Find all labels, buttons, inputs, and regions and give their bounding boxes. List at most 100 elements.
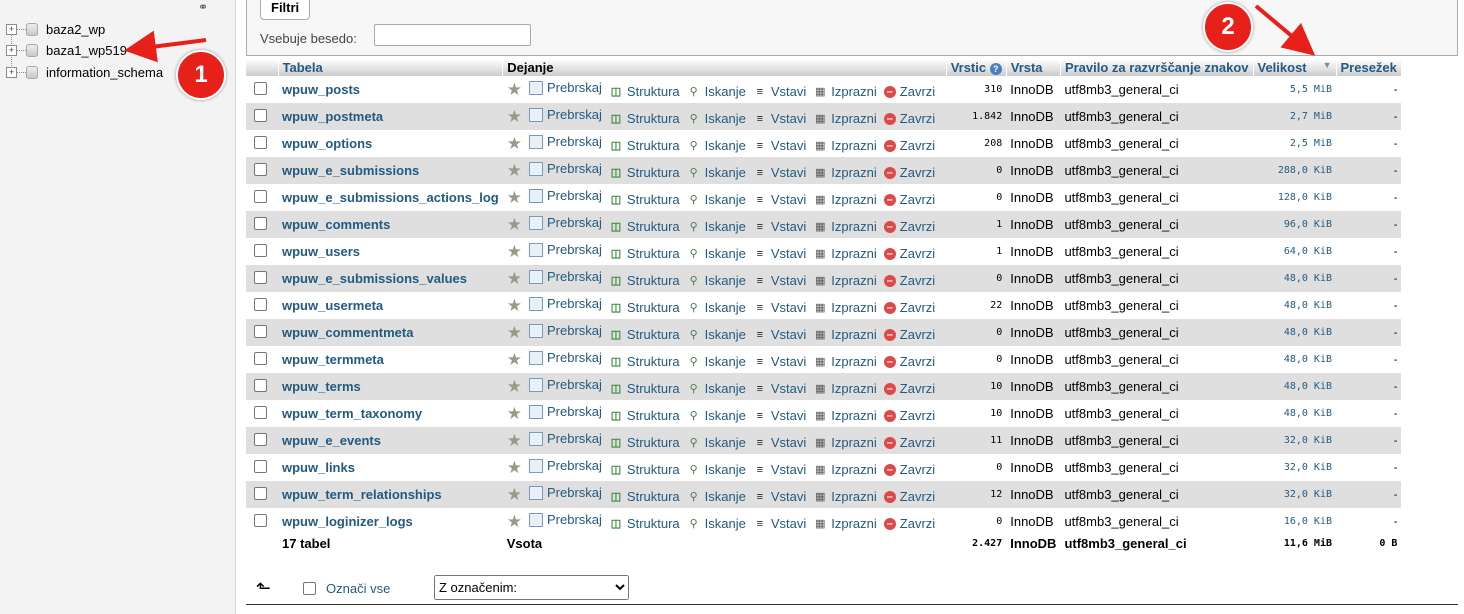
search-action[interactable]: ⚲ Iskanje (687, 489, 746, 504)
favorite-star-icon[interactable]: ★ (507, 188, 522, 207)
table-size[interactable]: 48,0 KiB (1253, 319, 1336, 346)
browse-action[interactable]: Prebrskaj (528, 242, 602, 257)
table-size[interactable]: 288,0 KiB (1253, 157, 1336, 184)
empty-action[interactable]: ▦ Izprazni (813, 111, 877, 126)
table-name-link[interactable]: wpuw_term_taxonomy (278, 400, 503, 427)
drop-action[interactable]: – Zavrzi (883, 219, 935, 234)
row-checkbox[interactable] (254, 459, 267, 473)
structure-action[interactable]: ◫ Struktura (609, 165, 680, 180)
table-name-link[interactable]: wpuw_usermeta (278, 292, 503, 319)
sort-desc-icon[interactable]: ▼ (1323, 60, 1332, 70)
insert-action[interactable]: ≡ Vstavi (753, 246, 807, 261)
drop-action[interactable]: – Zavrzi (883, 408, 935, 423)
empty-action[interactable]: ▦ Izprazni (813, 219, 877, 234)
select-all-label[interactable]: Označi vse (326, 581, 390, 596)
drop-action[interactable]: – Zavrzi (883, 435, 935, 450)
browse-action[interactable]: Prebrskaj (528, 215, 602, 230)
search-action[interactable]: ⚲ Iskanje (687, 219, 746, 234)
table-size[interactable]: 96,0 KiB (1253, 211, 1336, 238)
structure-action[interactable]: ◫ Struktura (609, 273, 680, 288)
insert-action[interactable]: ≡ Vstavi (753, 381, 807, 396)
table-name-link[interactable]: wpuw_commentmeta (278, 319, 503, 346)
search-action[interactable]: ⚲ Iskanje (687, 327, 746, 342)
drop-action[interactable]: – Zavrzi (883, 300, 935, 315)
search-action[interactable]: ⚲ Iskanje (687, 273, 746, 288)
table-size[interactable]: 32,0 KiB (1253, 481, 1336, 508)
drop-action[interactable]: – Zavrzi (883, 138, 935, 153)
structure-action[interactable]: ◫ Struktura (609, 192, 680, 207)
favorite-star-icon[interactable]: ★ (507, 323, 522, 342)
row-checkbox[interactable] (254, 486, 267, 500)
browse-action[interactable]: Prebrskaj (528, 350, 602, 365)
drop-action[interactable]: – Zavrzi (883, 462, 935, 477)
empty-action[interactable]: ▦ Izprazni (813, 192, 877, 207)
contains-input[interactable] (374, 24, 531, 46)
favorite-star-icon[interactable]: ★ (507, 431, 522, 450)
favorite-star-icon[interactable]: ★ (507, 134, 522, 153)
drop-action[interactable]: – Zavrzi (883, 111, 935, 126)
link-icon[interactable]: ⚭ (198, 0, 208, 14)
browse-action[interactable]: Prebrskaj (528, 458, 602, 473)
browse-action[interactable]: Prebrskaj (528, 269, 602, 284)
with-selected-dropdown[interactable]: Z označenim: (434, 575, 629, 600)
empty-action[interactable]: ▦ Izprazni (813, 489, 877, 504)
table-size[interactable]: 2,7 MiB (1253, 103, 1336, 130)
empty-action[interactable]: ▦ Izprazni (813, 516, 877, 531)
header-presezek[interactable]: Presežek (1336, 59, 1402, 76)
expand-icon[interactable]: + (6, 23, 17, 35)
empty-action[interactable]: ▦ Izprazni (813, 300, 877, 315)
search-action[interactable]: ⚲ Iskanje (687, 300, 746, 315)
header-vrstic[interactable]: Vrstic ? (946, 59, 1007, 76)
table-size[interactable]: 48,0 KiB (1253, 400, 1336, 427)
search-action[interactable]: ⚲ Iskanje (687, 84, 746, 99)
empty-action[interactable]: ▦ Izprazni (813, 408, 877, 423)
table-name-link[interactable]: wpuw_e_submissions_values (278, 265, 503, 292)
table-size[interactable]: 16,0 KiB (1253, 508, 1336, 535)
structure-action[interactable]: ◫ Struktura (609, 138, 680, 153)
favorite-star-icon[interactable]: ★ (507, 485, 522, 504)
structure-action[interactable]: ◫ Struktura (609, 219, 680, 234)
row-checkbox[interactable] (254, 243, 267, 257)
header-velikost[interactable]: Velikost ▼ (1253, 59, 1337, 76)
row-checkbox[interactable] (254, 297, 267, 311)
row-checkbox[interactable] (254, 189, 267, 203)
favorite-star-icon[interactable]: ★ (507, 350, 522, 369)
table-name-link[interactable]: wpuw_links (278, 454, 503, 481)
browse-action[interactable]: Prebrskaj (528, 377, 602, 392)
browse-action[interactable]: Prebrskaj (528, 188, 602, 203)
search-action[interactable]: ⚲ Iskanje (687, 354, 746, 369)
table-size[interactable]: 48,0 KiB (1253, 265, 1336, 292)
structure-action[interactable]: ◫ Struktura (609, 381, 680, 396)
table-name-link[interactable]: wpuw_term_relationships (278, 481, 503, 508)
row-checkbox[interactable] (254, 324, 267, 338)
structure-action[interactable]: ◫ Struktura (609, 111, 680, 126)
header-vrsta[interactable]: Vrsta (1006, 59, 1061, 76)
table-name-link[interactable]: wpuw_e_submissions_actions_log (278, 184, 503, 211)
search-action[interactable]: ⚲ Iskanje (687, 462, 746, 477)
table-name-link[interactable]: wpuw_termmeta (278, 346, 503, 373)
insert-action[interactable]: ≡ Vstavi (753, 111, 807, 126)
search-action[interactable]: ⚲ Iskanje (687, 246, 746, 261)
favorite-star-icon[interactable]: ★ (507, 242, 522, 261)
table-size[interactable]: 2,5 MiB (1253, 130, 1336, 157)
help-icon[interactable]: ? (989, 63, 1002, 75)
insert-action[interactable]: ≡ Vstavi (753, 219, 807, 234)
empty-action[interactable]: ▦ Izprazni (813, 435, 877, 450)
favorite-star-icon[interactable]: ★ (507, 215, 522, 234)
tree-item-information-schema[interactable]: + information_schema (6, 62, 163, 82)
structure-action[interactable]: ◫ Struktura (609, 246, 680, 261)
search-action[interactable]: ⚲ Iskanje (687, 381, 746, 396)
insert-action[interactable]: ≡ Vstavi (753, 138, 807, 153)
table-size[interactable]: 128,0 KiB (1253, 184, 1336, 211)
empty-action[interactable]: ▦ Izprazni (813, 462, 877, 477)
header-tabela[interactable]: Tabela (278, 59, 504, 76)
insert-action[interactable]: ≡ Vstavi (753, 300, 807, 315)
insert-action[interactable]: ≡ Vstavi (753, 516, 807, 531)
row-checkbox[interactable] (254, 270, 267, 284)
insert-action[interactable]: ≡ Vstavi (753, 354, 807, 369)
search-action[interactable]: ⚲ Iskanje (687, 516, 746, 531)
favorite-star-icon[interactable]: ★ (507, 161, 522, 180)
table-size[interactable]: 48,0 KiB (1253, 346, 1336, 373)
insert-action[interactable]: ≡ Vstavi (753, 489, 807, 504)
structure-action[interactable]: ◫ Struktura (609, 327, 680, 342)
